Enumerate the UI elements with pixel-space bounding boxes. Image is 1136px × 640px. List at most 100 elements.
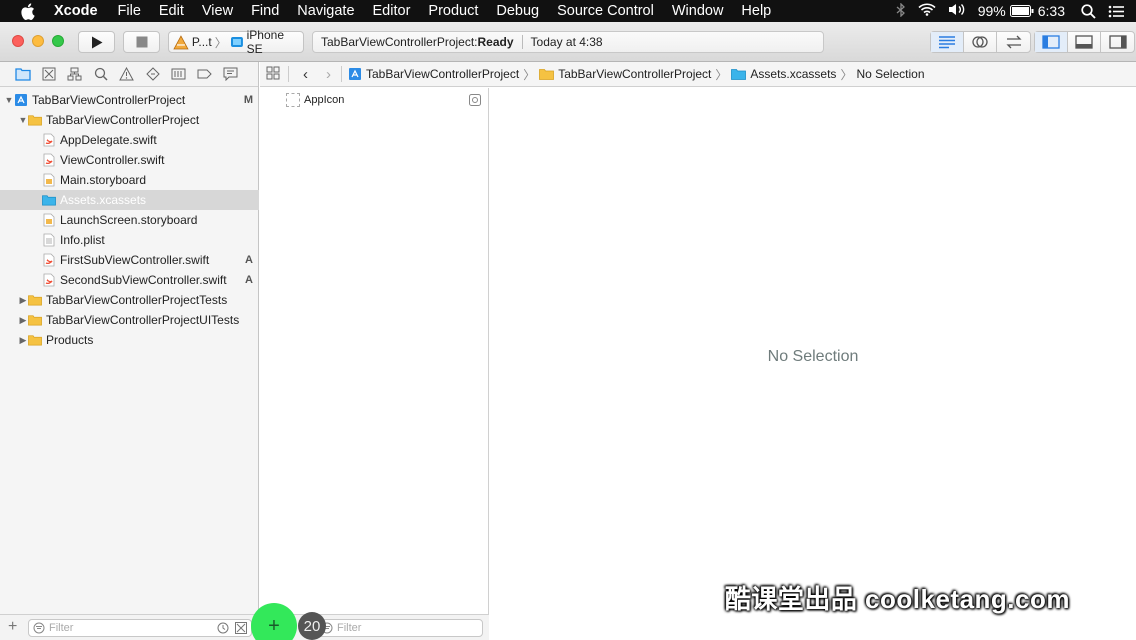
volume-icon[interactable] xyxy=(948,3,966,19)
disclosure-closed-icon[interactable]: ▶ xyxy=(18,335,28,346)
breadcrumb-label: No Selection xyxy=(856,67,925,81)
swift-file-icon xyxy=(42,153,56,167)
symbol-navigator-tab-icon[interactable] xyxy=(66,66,83,83)
tree-row-label: FirstSubViewController.swift xyxy=(60,253,210,267)
tree-row-file[interactable]: SecondSubViewController.swift A xyxy=(0,270,259,290)
zoom-window-button[interactable] xyxy=(52,35,64,47)
notification-center-icon[interactable] xyxy=(1108,5,1124,18)
recent-files-clock-icon[interactable] xyxy=(217,622,229,634)
version-editor-button[interactable] xyxy=(997,32,1030,52)
asset-filter-field[interactable]: Filter xyxy=(316,619,483,637)
filter-placeholder: Filter xyxy=(49,622,74,634)
close-window-button[interactable] xyxy=(12,35,24,47)
scm-status-badge: M xyxy=(243,94,253,106)
battery-icon[interactable] xyxy=(1009,5,1034,17)
assistant-editor-button[interactable] xyxy=(964,32,997,52)
chevron-right-icon: 〉 xyxy=(214,35,227,50)
tree-row-file[interactable]: AppDelegate.swift xyxy=(0,130,259,150)
forward-arrow-icon[interactable]: › xyxy=(326,66,331,83)
minimize-window-button[interactable] xyxy=(32,35,44,47)
stop-button[interactable] xyxy=(123,31,160,53)
navigator-filter-field[interactable]: Filter xyxy=(28,619,252,637)
tree-row-project[interactable]: ▼ TabBarViewControllerProject M xyxy=(0,90,259,110)
disclosure-closed-icon[interactable]: ▶ xyxy=(18,295,28,306)
menu-help[interactable]: Help xyxy=(741,3,771,19)
toggle-debug-area-button[interactable] xyxy=(1068,32,1101,52)
menu-app-name[interactable]: Xcode xyxy=(54,3,98,19)
related-items-grid-icon[interactable] xyxy=(266,66,280,83)
disclosure-open-icon[interactable]: ▼ xyxy=(4,95,14,105)
report-navigator-tab-icon[interactable] xyxy=(222,66,239,83)
back-arrow-icon[interactable]: ‹ xyxy=(303,66,308,83)
issue-navigator-tab-icon[interactable] xyxy=(118,66,135,83)
view-toggle-control xyxy=(1034,31,1135,53)
run-button[interactable] xyxy=(78,31,115,53)
tree-row-group[interactable]: ▼ TabBarViewControllerProject xyxy=(0,110,259,130)
menu-file[interactable]: File xyxy=(118,3,141,19)
breadcrumb-label: TabBarViewControllerProject xyxy=(558,67,712,81)
tree-row-group[interactable]: ▶ TabBarViewControllerProjectTests xyxy=(0,290,259,310)
plist-icon xyxy=(42,233,56,247)
scheme-name: P...t xyxy=(191,35,212,49)
asset-item-appicon[interactable]: AppIcon xyxy=(286,92,481,108)
disclosure-closed-icon[interactable]: ▶ xyxy=(18,315,28,326)
menu-product[interactable]: Product xyxy=(428,3,478,19)
tree-row-label: Main.storyboard xyxy=(60,173,147,187)
clock[interactable]: 6:33 xyxy=(1038,3,1065,19)
asset-catalog-list: AppIcon Filter xyxy=(260,88,489,640)
menu-debug[interactable]: Debug xyxy=(496,3,539,19)
storyboard-icon xyxy=(42,173,56,187)
tree-row-group[interactable]: ▶ TabBarViewControllerProjectUITests xyxy=(0,310,259,330)
scm-filter-icon[interactable] xyxy=(235,622,247,634)
interlocking-circles-icon xyxy=(972,36,988,48)
appicon-set-icon xyxy=(469,94,481,106)
chevron-right-icon: 〉 xyxy=(715,67,728,82)
add-file-icon[interactable]: + xyxy=(8,618,17,636)
tree-row-file[interactable]: Info.plist xyxy=(0,230,259,250)
menu-navigate[interactable]: Navigate xyxy=(297,3,354,19)
left-panel-icon xyxy=(1042,35,1060,49)
standard-editor-button[interactable] xyxy=(931,32,964,52)
scheme-selector[interactable]: P...t 〉 iPhone SE xyxy=(168,28,304,56)
breadcrumb-selection[interactable]: No Selection xyxy=(856,67,924,81)
bottom-panel-icon xyxy=(1075,35,1093,49)
menu-window[interactable]: Window xyxy=(672,3,724,19)
lines-icon xyxy=(939,35,955,48)
tree-row-file[interactable]: FirstSubViewController.swift A xyxy=(0,250,259,270)
breadcrumb-asset-catalog[interactable]: Assets.xcassets xyxy=(731,67,836,81)
menu-source-control[interactable]: Source Control xyxy=(557,3,654,19)
tree-row-file[interactable]: ViewController.swift xyxy=(0,150,259,170)
device-icon xyxy=(230,37,243,47)
bluetooth-icon[interactable] xyxy=(896,1,906,20)
menu-edit[interactable]: Edit xyxy=(159,3,184,19)
source-control-navigator-tab-icon[interactable] xyxy=(40,66,57,83)
wifi-icon[interactable] xyxy=(918,3,936,19)
tree-row-group[interactable]: ▶ Products xyxy=(0,330,259,350)
apple-logo-icon[interactable] xyxy=(20,2,38,20)
menu-find[interactable]: Find xyxy=(251,3,279,19)
breakpoint-navigator-tab-icon[interactable] xyxy=(196,66,213,83)
toggle-utilities-button[interactable] xyxy=(1101,32,1134,52)
spotlight-search-icon[interactable] xyxy=(1081,3,1096,19)
menu-editor[interactable]: Editor xyxy=(373,3,411,19)
project-navigator-tab-icon[interactable] xyxy=(14,66,31,83)
tree-row-file[interactable]: LaunchScreen.storyboard xyxy=(0,210,259,230)
disclosure-open-icon[interactable]: ▼ xyxy=(18,115,28,125)
status-project: TabBarViewControllerProject: xyxy=(321,35,478,49)
toolbar: P...t 〉 iPhone SE TabBarViewControllerPr… xyxy=(0,22,1136,62)
tree-row-file-selected[interactable]: Assets.xcassets xyxy=(0,190,259,210)
debug-navigator-tab-icon[interactable] xyxy=(170,66,187,83)
menu-view[interactable]: View xyxy=(202,3,233,19)
tree-row-label: Assets.xcassets xyxy=(60,193,147,207)
tree-row-file[interactable]: Main.storyboard xyxy=(0,170,259,190)
breadcrumb-group[interactable]: TabBarViewControllerProject xyxy=(539,67,711,81)
tree-row-label: Products xyxy=(46,333,94,347)
breadcrumb-project[interactable]: TabBarViewControllerProject xyxy=(348,67,519,81)
storyboard-icon xyxy=(42,213,56,227)
find-navigator-tab-icon[interactable] xyxy=(92,66,109,83)
folder-icon xyxy=(28,333,42,347)
stop-icon xyxy=(136,36,147,48)
test-navigator-tab-icon[interactable] xyxy=(144,66,161,83)
toggle-navigator-button[interactable] xyxy=(1035,32,1068,52)
asset-catalog-icon xyxy=(42,193,56,207)
